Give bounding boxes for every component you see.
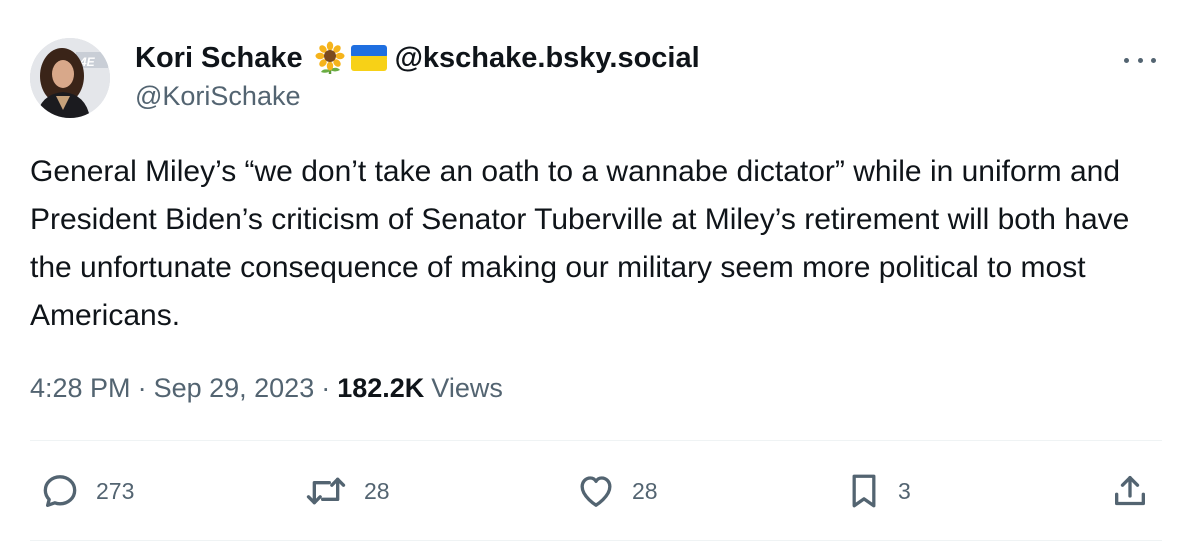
display-name[interactable]: Kori Schake <box>135 42 303 75</box>
action-bar: 273 28 28 3 <box>0 466 1190 516</box>
user-handle[interactable]: @KoriSchake <box>135 78 700 114</box>
sunflower-icon <box>315 41 345 74</box>
bookmark-button[interactable]: 3 <box>846 466 911 516</box>
reply-count: 273 <box>96 477 135 504</box>
repost-icon <box>306 477 346 505</box>
share-button[interactable] <box>1110 466 1150 516</box>
alt-handle[interactable]: @kschake.bsky.social <box>395 42 700 75</box>
reply-icon <box>43 475 77 507</box>
meta-separator: · <box>321 372 331 403</box>
repost-count: 28 <box>364 477 390 504</box>
divider <box>30 440 1162 441</box>
ukraine-flag-icon <box>350 45 387 71</box>
divider <box>30 540 1162 541</box>
more-options-icon[interactable] <box>1124 50 1156 70</box>
reply-button[interactable]: 273 <box>40 466 134 516</box>
like-button[interactable]: 28 <box>576 466 658 516</box>
tweet-meta: 4:28 PM · Sep 29, 2023 · 182.2K Views <box>30 368 503 408</box>
meta-separator: · <box>137 372 147 403</box>
heart-icon <box>580 476 612 507</box>
tweet-text: General Miley’s “we don’t take an oath t… <box>30 155 1130 332</box>
bookmark-icon <box>852 474 876 508</box>
name-row: Kori Schake @kschake.bsky.social <box>135 40 700 76</box>
views-label: Views <box>431 372 503 403</box>
avatar[interactable]: 4E <box>30 38 110 118</box>
avatar-photo: 4E <box>30 38 110 118</box>
author-block: Kori Schake @kschake.bsky.social @KoriSc… <box>135 40 700 114</box>
share-icon <box>1115 476 1145 506</box>
views-count: 182.2K <box>337 372 425 403</box>
tweet-date[interactable]: Sep 29, 2023 <box>154 373 315 404</box>
repost-button[interactable]: 28 <box>304 466 390 516</box>
tweet-time[interactable]: 4:28 PM <box>30 373 131 404</box>
like-count: 28 <box>632 477 658 504</box>
bookmark-count: 3 <box>898 477 911 504</box>
